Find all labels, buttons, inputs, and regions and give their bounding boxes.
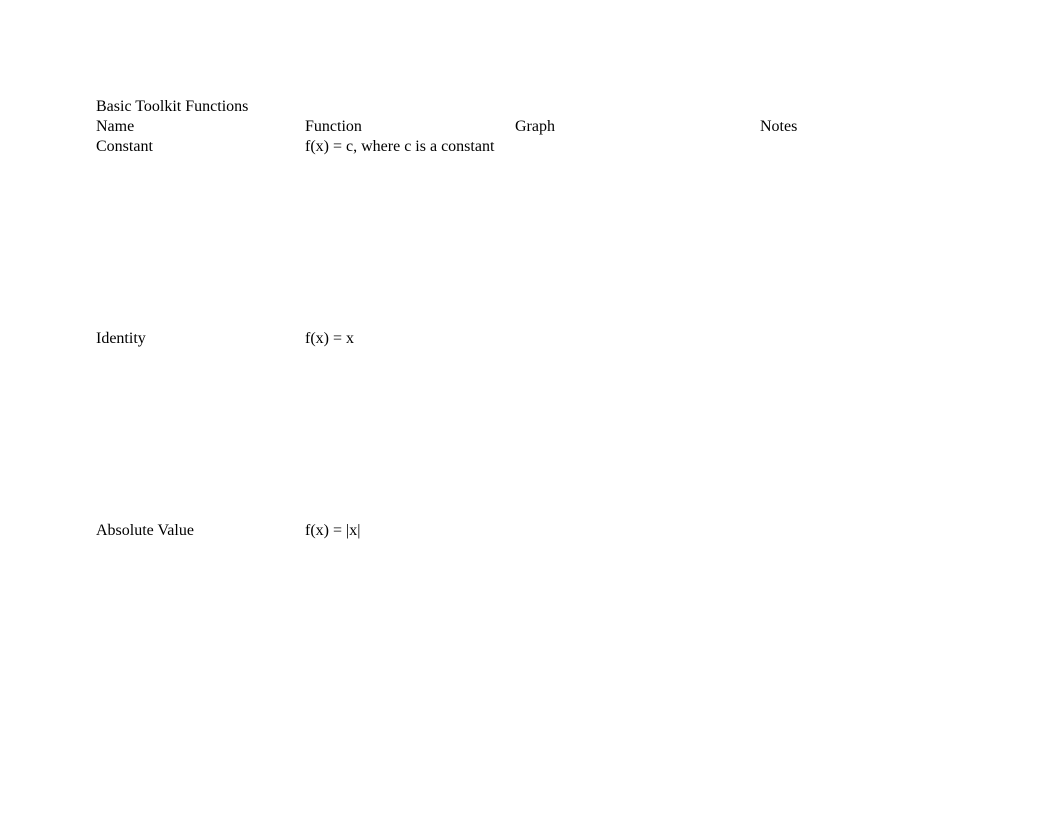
functions-table: Name Function Graph Notes Constant f(x) … xyxy=(96,118,960,717)
cell-name: Constant xyxy=(96,138,305,330)
header-function: Function xyxy=(305,118,515,138)
table-row: Identity f(x) = x xyxy=(96,330,960,522)
cell-notes xyxy=(760,522,960,717)
table-row: Absolute Value f(x) = |x| xyxy=(96,522,960,717)
cell-function: f(x) = x xyxy=(305,330,515,522)
cell-function: f(x) = c, where c is a constant xyxy=(305,138,515,330)
table-header-row: Name Function Graph Notes xyxy=(96,118,960,138)
header-name: Name xyxy=(96,118,305,138)
cell-notes xyxy=(760,330,960,522)
cell-graph xyxy=(515,522,760,717)
table-row: Constant f(x) = c, where c is a constant xyxy=(96,138,960,330)
cell-graph xyxy=(515,330,760,522)
cell-notes xyxy=(760,138,960,330)
cell-name: Identity xyxy=(96,330,305,522)
header-notes: Notes xyxy=(760,118,960,138)
cell-graph xyxy=(515,138,760,330)
cell-function: f(x) = |x| xyxy=(305,522,515,717)
cell-name: Absolute Value xyxy=(96,522,305,717)
header-graph: Graph xyxy=(515,118,760,138)
document-title: Basic Toolkit Functions xyxy=(96,98,1062,116)
